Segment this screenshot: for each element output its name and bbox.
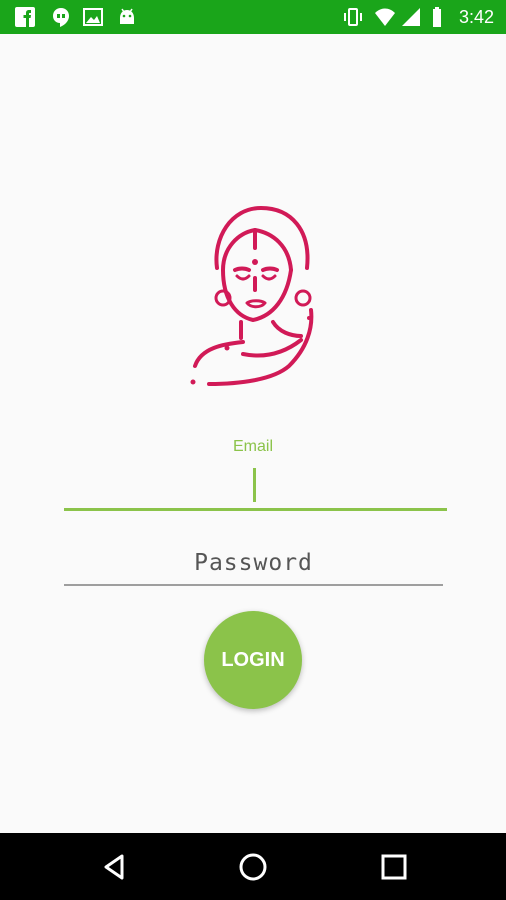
facebook-icon <box>15 7 35 27</box>
image-icon <box>83 8 103 26</box>
email-label: Email <box>232 438 273 455</box>
battery-icon <box>433 7 441 27</box>
signal-icon <box>402 8 420 26</box>
login-button[interactable]: LOGIN <box>204 611 302 709</box>
android-icon <box>120 8 134 24</box>
vibrate-icon <box>344 8 362 26</box>
home-icon[interactable] <box>237 851 269 883</box>
navigation-bar <box>0 833 506 900</box>
woman-logo-icon <box>190 206 314 386</box>
back-icon[interactable] <box>98 851 130 883</box>
status-bar: 3:42 <box>0 0 506 34</box>
hangouts-icon <box>53 8 69 27</box>
status-time: 3:42 <box>458 7 494 27</box>
recents-icon[interactable] <box>378 851 410 883</box>
text-cursor <box>253 468 256 502</box>
wifi-icon <box>375 8 395 26</box>
password-field[interactable] <box>64 542 443 586</box>
